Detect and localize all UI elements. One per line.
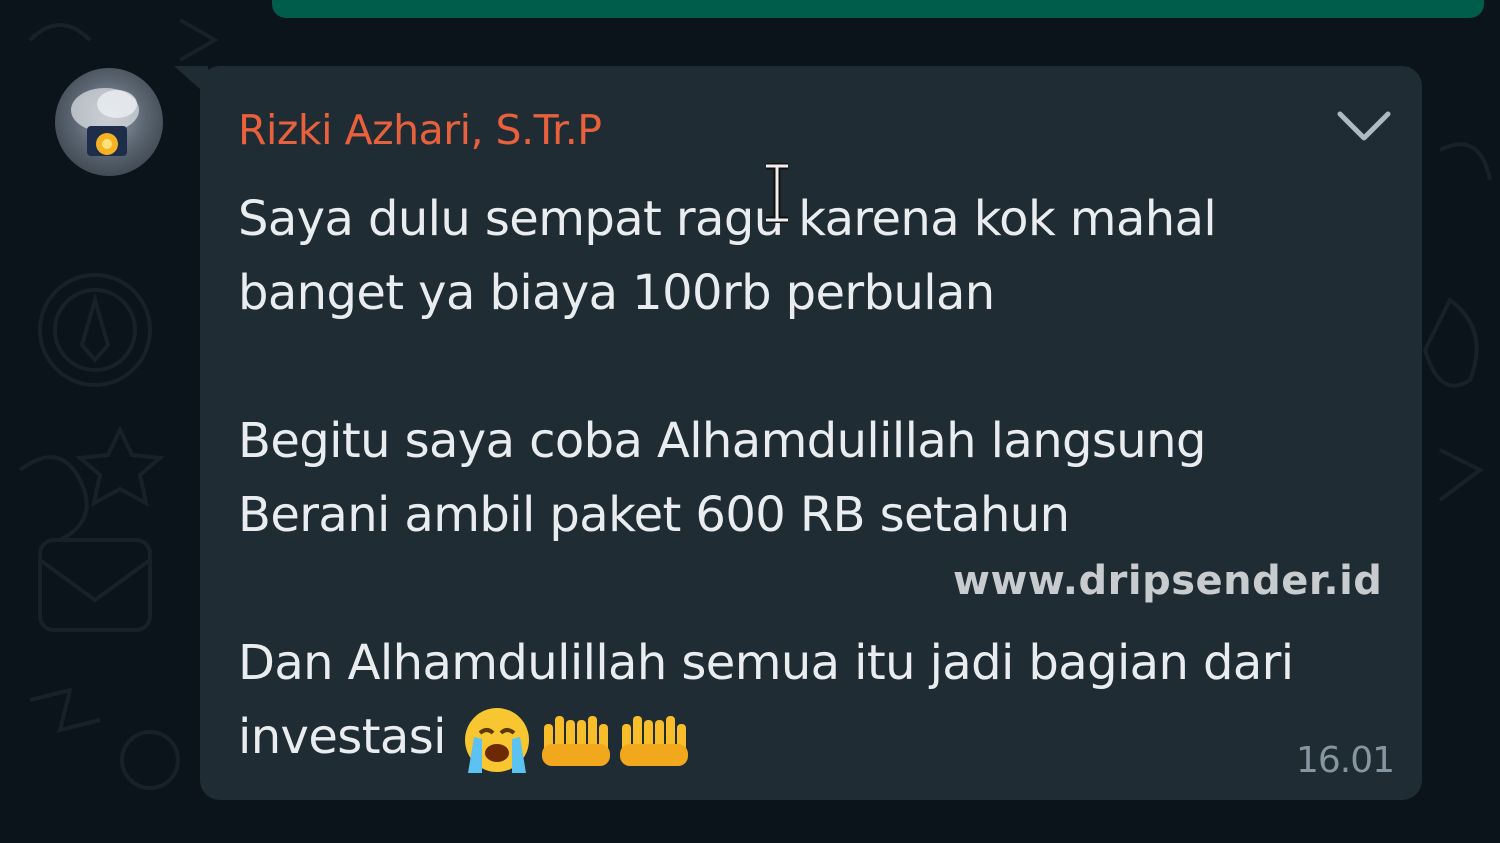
- loudly-crying-face-icon: [464, 708, 529, 773]
- message-line: Dan Alhamdulillah semua itu jadi bagian …: [238, 635, 1294, 691]
- previous-message-bubble: [272, 0, 1484, 18]
- message-line: Berani ambil paket 600 RB setahun: [238, 487, 1070, 543]
- message-last-line: investasi: [238, 700, 1388, 774]
- sender-avatar[interactable]: [55, 68, 163, 176]
- message-line: banget ya biaya 100rb perbulan: [238, 265, 995, 321]
- chevron-down-icon[interactable]: [1336, 108, 1392, 144]
- message-text: Saya dulu sempat ragu karena kok mahal b…: [238, 182, 1388, 774]
- message-line: Begitu saya coba Alhamdulillah langsung: [238, 413, 1206, 469]
- avatar-image: [71, 88, 139, 156]
- message-line: Saya dulu sempat ragu karena kok mahal: [238, 191, 1217, 247]
- watermark: www.dripsender.id: [953, 558, 1383, 604]
- palms-up-together-icon: [541, 716, 610, 766]
- message-timestamp: 16.01: [1296, 740, 1395, 781]
- message-line: investasi: [238, 709, 446, 765]
- palms-up-together-icon: [619, 716, 688, 766]
- sender-name[interactable]: Rizki Azhari, S.Tr.P: [238, 106, 602, 154]
- emoji-group: [460, 703, 690, 777]
- text-cursor-icon: [766, 163, 788, 223]
